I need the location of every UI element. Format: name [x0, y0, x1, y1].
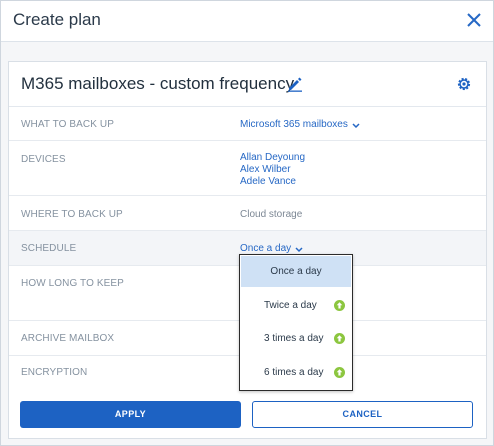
chevron-down-icon [352, 121, 360, 129]
dialog-header: Create plan [1, 1, 493, 42]
gear-icon[interactable] [456, 76, 472, 92]
close-icon[interactable] [461, 7, 487, 33]
schedule-option-twice-a-day[interactable]: Twice a day [241, 290, 351, 321]
option-label: Once a day [270, 266, 322, 277]
dialog-title: Create plan [13, 10, 101, 29]
schedule-option-3-times-a-day[interactable]: 3 times a day [241, 323, 351, 354]
row-devices: DEVICES Allan Deyoung Alex Wilber Adele … [9, 141, 486, 196]
upgrade-arrow-icon [334, 333, 345, 344]
encryption-label: ENCRYPTION [21, 367, 88, 378]
chevron-down-icon [295, 245, 303, 253]
create-plan-dialog: Create plan M365 mailboxes - custom freq… [0, 0, 494, 446]
row-what-to-back-up: WHAT TO BACK UP Microsoft 365 mailboxes [9, 107, 486, 141]
option-label: 3 times a day [264, 333, 324, 344]
apply-button[interactable]: APPLY [20, 401, 241, 428]
where-to-back-up-value[interactable]: Cloud storage [240, 209, 302, 220]
dialog-footer: APPLY CANCEL [9, 389, 486, 438]
devices-label: DEVICES [21, 154, 66, 165]
plan-name: M365 mailboxes - custom frequency [21, 74, 295, 93]
cancel-button[interactable]: CANCEL [252, 401, 473, 428]
where-to-back-up-label: WHERE TO BACK UP [21, 209, 123, 220]
devices-list: Allan Deyoung Alex Wilber Adele Vance [240, 152, 305, 188]
upgrade-arrow-icon [334, 300, 345, 311]
device-link[interactable]: Adele Vance [240, 176, 305, 188]
option-label: 6 times a day [264, 367, 324, 378]
what-to-back-up-selector[interactable]: Microsoft 365 mailboxes [240, 119, 360, 130]
device-link[interactable]: Alex Wilber [240, 164, 305, 176]
option-label: Twice a day [264, 300, 317, 311]
what-to-back-up-value: Microsoft 365 mailboxes [240, 119, 348, 130]
device-link[interactable]: Allan Deyoung [240, 152, 305, 164]
plan-header: M365 mailboxes - custom frequency [9, 62, 486, 107]
schedule-label: SCHEDULE [21, 243, 77, 254]
schedule-option-6-times-a-day[interactable]: 6 times a day [241, 357, 351, 388]
schedule-value: Once a day [240, 243, 292, 254]
upgrade-arrow-icon [334, 367, 345, 378]
row-where-to-back-up: WHERE TO BACK UP Cloud storage [9, 196, 486, 231]
how-long-to-keep-label: HOW LONG TO KEEP [21, 278, 124, 289]
what-to-back-up-label: WHAT TO BACK UP [21, 119, 114, 130]
schedule-selector[interactable]: Once a day [240, 243, 303, 254]
schedule-dropdown: Once a day Twice a day 3 times a day 6 t… [239, 254, 353, 391]
archive-mailbox-label: ARCHIVE MAILBOX [21, 333, 115, 344]
schedule-option-once-a-day[interactable]: Once a day [241, 256, 351, 287]
pencil-icon[interactable] [287, 76, 303, 92]
